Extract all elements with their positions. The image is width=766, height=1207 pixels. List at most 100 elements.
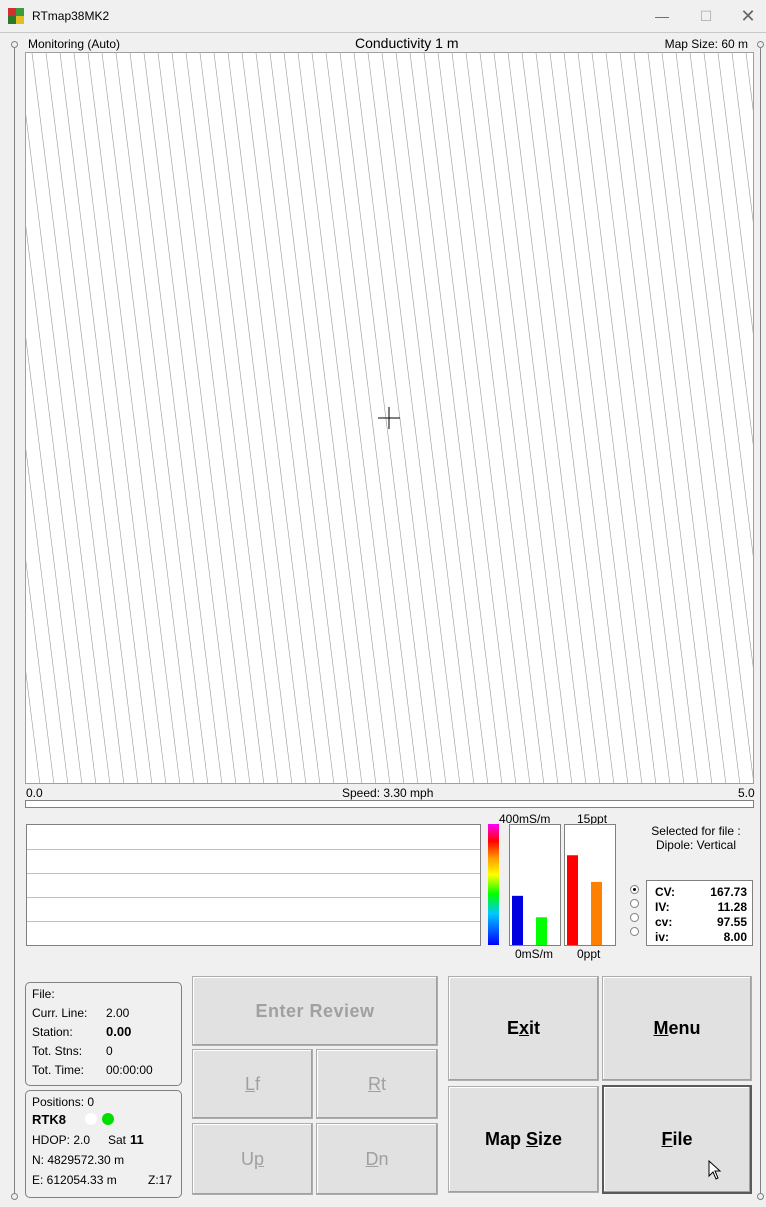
up-button-hotkey: p [253, 1148, 264, 1169]
salinity-min-label: 0ppt [577, 947, 601, 961]
dipole-label: Dipole: Vertical [655, 838, 737, 852]
left-button-label: f [255, 1073, 261, 1094]
speed-bar [25, 800, 754, 808]
down-button-hotkey: D [365, 1148, 379, 1169]
scale-min-label: 0.0 [26, 786, 43, 800]
map-size-button[interactable]: Map Size [448, 1086, 599, 1193]
map-hatch-line [115, 53, 209, 783]
map-hatch-line [213, 53, 307, 783]
enter-review-label: Enter Review [255, 1000, 375, 1021]
conductivity-bar-box [509, 824, 561, 946]
map-size-label-end: ize [538, 1129, 563, 1149]
reading-value: 11.28 [717, 900, 747, 914]
radio-cv-lower[interactable] [630, 913, 639, 922]
map-hatch-line [59, 53, 153, 783]
reading-name: cv: [655, 915, 673, 929]
selected-for-file: Selected for file : Dipole: Vertical [640, 824, 752, 852]
exit-label-end: it [529, 1018, 541, 1038]
curr-line-value: 2.00 [106, 1006, 130, 1020]
hdop-label: HDOP: 2.0 [32, 1133, 91, 1147]
map-size-hotkey: S [525, 1129, 538, 1149]
status-light-green [102, 1113, 114, 1125]
frame-corner-handle[interactable] [757, 41, 764, 48]
tot-time-value: 00:00:00 [106, 1063, 153, 1077]
map-hatch-line [633, 53, 727, 783]
map-hatch-line [549, 53, 643, 783]
map-hatch-line [479, 53, 573, 783]
map-hatch-line [591, 53, 685, 783]
map-hatch-line [45, 53, 139, 783]
map-hatch-line [325, 53, 419, 783]
enter-review-button[interactable]: Enter Review [192, 976, 438, 1046]
map-hatch-line [26, 225, 97, 783]
readings-box: CV: 167.73 IV: 11.28 cv: 97.55 iv: 8.00 [646, 880, 753, 946]
radio-cv-upper[interactable] [630, 885, 639, 894]
frame-corner-handle[interactable] [757, 1193, 764, 1200]
map-hatch-line [227, 53, 321, 783]
file-info-panel: File: Curr. Line: 2.00 Station: 0.00 Tot… [25, 982, 182, 1086]
left-button-hotkey: L [244, 1073, 255, 1094]
color-scale [488, 824, 499, 945]
tot-stns-value: 0 [106, 1044, 113, 1058]
map-hatch-line [409, 53, 503, 783]
map-hatch-line [143, 53, 237, 783]
map-hatch-line [451, 53, 545, 783]
reading-value: 167.73 [710, 885, 747, 899]
reading-value: 8.00 [723, 930, 747, 944]
map-hatch-line [731, 53, 753, 223]
app-icon [8, 8, 24, 24]
tot-stns-label: Tot. Stns: [32, 1044, 83, 1058]
radio-iv-upper[interactable] [630, 899, 639, 908]
survey-map[interactable] [25, 52, 754, 784]
left-button[interactable]: Lf [192, 1049, 313, 1119]
map-hatch-line [521, 53, 615, 783]
up-button[interactable]: Up [192, 1123, 313, 1195]
minimize-button[interactable]: — [642, 0, 682, 33]
salinity-bar-box [564, 824, 616, 946]
frame-corner-handle[interactable] [11, 41, 18, 48]
map-hatch-line [423, 53, 517, 783]
map-hatch-line [465, 53, 559, 783]
map-hatch-line [507, 53, 601, 783]
map-hatch-line [283, 53, 377, 783]
selected-for-file-label: Selected for file : [651, 824, 741, 838]
map-hatch-line [269, 53, 363, 783]
tot-time-label: Tot. Time: [32, 1063, 85, 1077]
frame-corner-handle[interactable] [11, 1193, 18, 1200]
map-hatch-line [255, 53, 349, 783]
conductivity-min-label: 0mS/m [515, 947, 554, 961]
crosshair-icon [378, 407, 400, 429]
file-label: ile [672, 1129, 693, 1149]
station-value: 0.00 [106, 1024, 132, 1039]
salinity-bar-1 [591, 881, 602, 945]
reading-name: iv: [655, 930, 670, 944]
radio-iv-lower[interactable] [630, 927, 639, 936]
menu-button[interactable]: Menu [602, 976, 752, 1081]
station-label: Station: [32, 1025, 73, 1039]
right-button[interactable]: Rt [316, 1049, 438, 1119]
map-hatch-line [675, 53, 753, 669]
map-hatch-line [619, 53, 713, 783]
right-button-label: t [380, 1073, 386, 1094]
maximize-button[interactable]: ☐ [686, 0, 726, 33]
status-light-white [85, 1113, 97, 1125]
rtk-label: RTK8 [32, 1112, 66, 1127]
map-hatch-line [171, 53, 265, 783]
file-button[interactable]: File [602, 1085, 752, 1194]
right-button-hotkey: R [367, 1073, 381, 1094]
map-hatch-line [185, 53, 279, 783]
left-frame-line [14, 48, 15, 1196]
close-button[interactable]: ✕ [728, 0, 766, 33]
exit-hotkey: x [519, 1018, 530, 1038]
down-button[interactable]: Dn [316, 1123, 438, 1195]
map-hatch-line [241, 53, 335, 783]
speed-label: Speed: 3.30 mph [342, 786, 434, 800]
trace-gridline [27, 849, 480, 850]
measure-title: Conductivity 1 m [355, 35, 459, 51]
map-hatch-line [647, 53, 741, 783]
reading-value: 97.55 [716, 915, 747, 929]
map-hatch-line [563, 53, 657, 783]
map-hatch-line [87, 53, 181, 783]
exit-button[interactable]: Ex it [448, 976, 599, 1081]
scale-max-label: 5.0 [738, 786, 755, 800]
